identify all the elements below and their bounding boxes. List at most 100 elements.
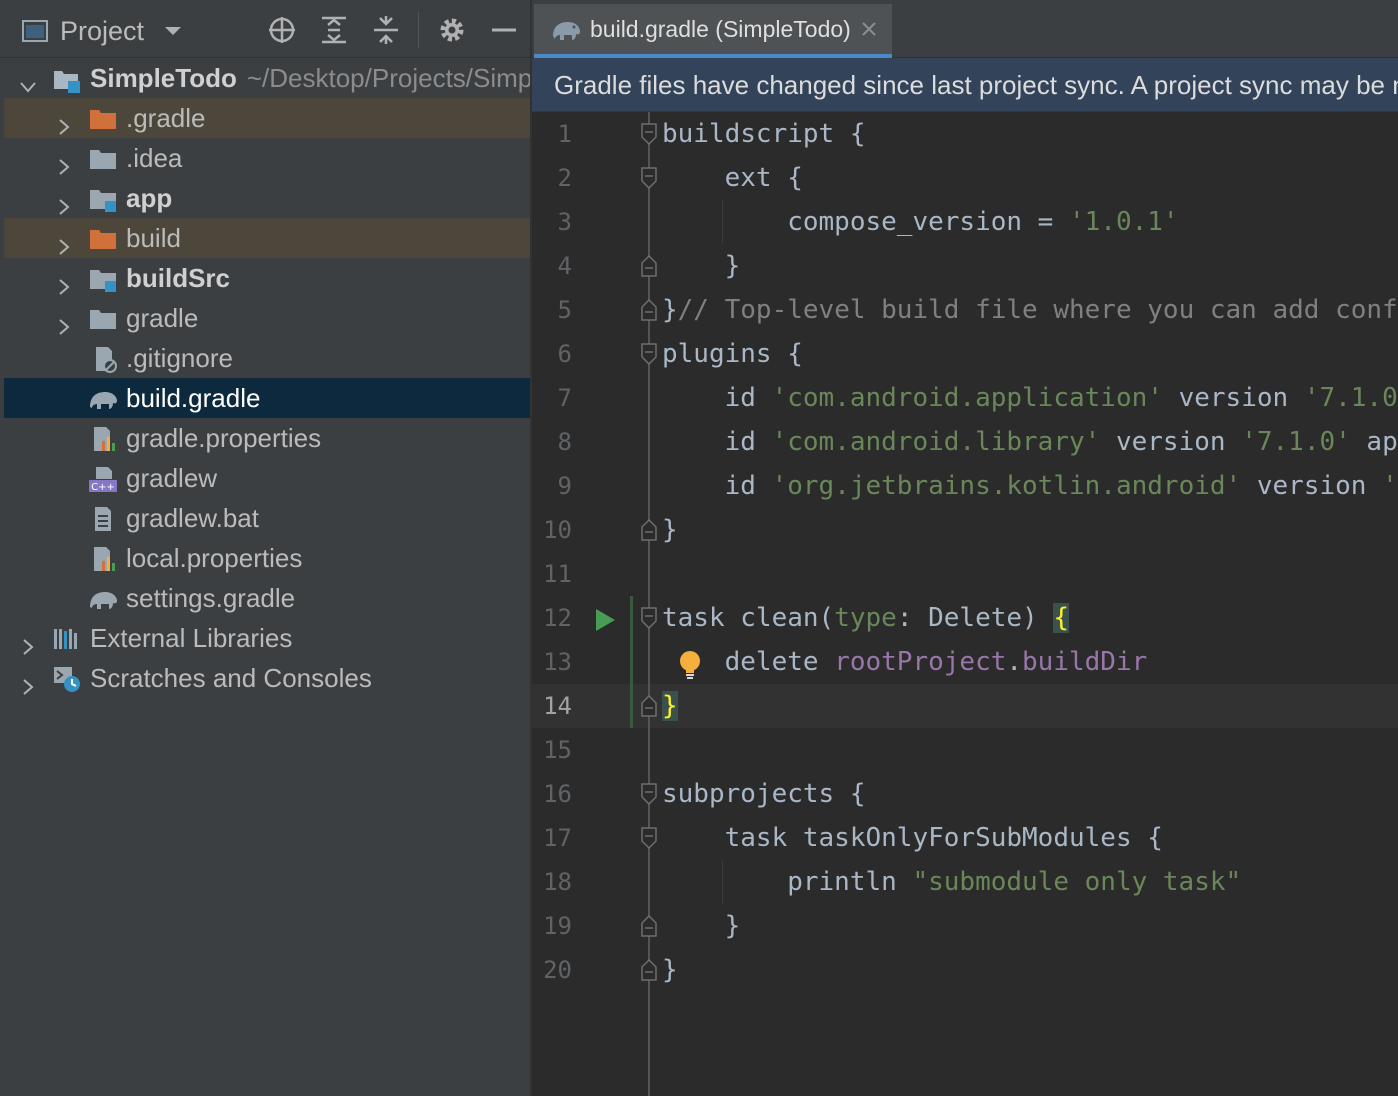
tree-item-idea[interactable]: .idea: [4, 138, 530, 178]
code-text: id 'org.jetbrains.kotlin.android' versio…: [662, 470, 1398, 502]
fold-open-icon[interactable]: [640, 607, 658, 630]
code-area[interactable]: 1 buildscript {2 ext {3 compose_version =…: [532, 112, 1398, 1096]
fold-close-icon[interactable]: [640, 254, 658, 277]
tree-item-label: SimpleTodo: [90, 63, 237, 93]
fold-open-icon[interactable]: [640, 827, 658, 850]
chevron-right-icon[interactable]: [54, 268, 74, 295]
line-number[interactable]: 7: [532, 382, 572, 414]
line-number[interactable]: 18: [532, 866, 572, 898]
fold-close-icon[interactable]: [640, 914, 658, 937]
project-panel: Project SimpleTodo ~/Desktop/Projects/Si…: [0, 0, 530, 1096]
fold-close-icon[interactable]: [640, 518, 658, 541]
code-line[interactable]: 2 ext {: [532, 156, 1398, 200]
line-number[interactable]: 2: [532, 162, 572, 194]
chevron-right-icon[interactable]: [54, 188, 74, 215]
tree-item-local-properties[interactable]: local.properties: [4, 538, 530, 578]
line-number[interactable]: 19: [532, 910, 572, 942]
fold-close-icon[interactable]: [640, 298, 658, 321]
code-line[interactable]: 10}: [532, 508, 1398, 552]
line-number[interactable]: 9: [532, 470, 572, 502]
tree-item-gradle[interactable]: .gradle: [4, 98, 530, 138]
code-line[interactable]: 18 println "submodule only task": [532, 860, 1398, 904]
code-token: plugins {: [662, 339, 803, 369]
line-number[interactable]: 6: [532, 338, 572, 370]
code-line[interactable]: 1 buildscript {: [532, 112, 1398, 156]
line-number[interactable]: 12: [532, 602, 572, 634]
chevron-right-icon[interactable]: [54, 108, 74, 135]
fold-open-icon[interactable]: [640, 123, 658, 146]
chevron-right-icon[interactable]: [54, 308, 74, 335]
gear-icon[interactable]: [436, 14, 468, 46]
code-line[interactable]: 13 delete rootProject.buildDir: [532, 640, 1398, 684]
line-number[interactable]: 13: [532, 646, 572, 678]
expand-all-icon[interactable]: [318, 14, 350, 46]
code-line[interactable]: 20}: [532, 948, 1398, 992]
project-view-title[interactable]: Project: [60, 14, 144, 48]
line-number[interactable]: 8: [532, 426, 572, 458]
tree-item-simpletodo[interactable]: SimpleTodo ~/Desktop/Projects/SimpleTodo: [4, 58, 530, 98]
tree-item-build[interactable]: build: [4, 218, 530, 258]
fold-open-icon[interactable]: [640, 783, 658, 806]
line-number[interactable]: 17: [532, 822, 572, 854]
code-token: '1.0.1': [1069, 207, 1179, 237]
tree-item-text: gradlew.bat: [126, 498, 259, 538]
code-line[interactable]: 5}// Top-level build file where you can …: [532, 288, 1398, 332]
tree-item-buildsrc[interactable]: buildSrc: [4, 258, 530, 298]
tree-item-gradlew[interactable]: C++ gradlew: [4, 458, 530, 498]
line-number[interactable]: 3: [532, 206, 572, 238]
line-number[interactable]: 5: [532, 294, 572, 326]
fold-close-icon[interactable]: [640, 958, 658, 981]
tree-item-scratches-and-consoles[interactable]: Scratches and Consoles: [4, 658, 530, 698]
tree-item-gitignore[interactable]: .gitignore: [4, 338, 530, 378]
line-number[interactable]: 15: [532, 734, 572, 766]
chevron-right-icon[interactable]: [54, 148, 74, 175]
code-token: 'com.android.library': [771, 427, 1101, 457]
code-token: version: [1162, 383, 1304, 413]
code-line[interactable]: 8 id 'com.android.library' version '7.1.…: [532, 420, 1398, 464]
code-line[interactable]: 19 }: [532, 904, 1398, 948]
chevron-down-icon[interactable]: [162, 22, 184, 40]
code-line[interactable]: 11: [532, 552, 1398, 596]
tree-item-gradle[interactable]: gradle: [4, 298, 530, 338]
fold-open-icon[interactable]: [640, 167, 658, 190]
line-number[interactable]: 4: [532, 250, 572, 282]
code-line[interactable]: 12 task clean(type: Delete) {: [532, 596, 1398, 640]
fold-open-icon[interactable]: [640, 343, 658, 366]
tree-item-build-gradle[interactable]: build.gradle: [4, 378, 530, 418]
code-text: task taskOnlyForSubModules {: [662, 822, 1163, 854]
line-number[interactable]: 1: [532, 118, 572, 150]
tree-item-settings-gradle[interactable]: settings.gradle: [4, 578, 530, 618]
tree-item-gradlew-bat[interactable]: gradlew.bat: [4, 498, 530, 538]
minimize-icon[interactable]: [488, 14, 520, 46]
tree-item-app[interactable]: app: [4, 178, 530, 218]
collapse-all-icon[interactable]: [370, 14, 402, 46]
line-number[interactable]: 14: [532, 690, 572, 722]
code-line[interactable]: 14}: [532, 684, 1398, 728]
tree-item-label: Scratches and Consoles: [90, 663, 372, 693]
code-line[interactable]: 17 task taskOnlyForSubModules {: [532, 816, 1398, 860]
locate-icon[interactable]: [266, 14, 298, 46]
tree-item-external-libraries[interactable]: External Libraries: [4, 618, 530, 658]
line-number[interactable]: 10: [532, 514, 572, 546]
gradle-file-icon: [88, 384, 118, 412]
tree-item-gradle-properties[interactable]: gradle.properties: [4, 418, 530, 458]
tab-build-gradle[interactable]: build.gradle (SimpleTodo): [534, 4, 892, 58]
fold-close-icon[interactable]: [640, 694, 658, 717]
code-line[interactable]: 4 }: [532, 244, 1398, 288]
line-number[interactable]: 11: [532, 558, 572, 590]
line-number[interactable]: 16: [532, 778, 572, 810]
code-line[interactable]: 16 subprojects {: [532, 772, 1398, 816]
chevron-down-icon[interactable]: [18, 68, 38, 93]
close-icon[interactable]: [860, 20, 878, 38]
line-number[interactable]: 20: [532, 954, 572, 986]
chevron-right-icon[interactable]: [18, 628, 38, 655]
code-line[interactable]: 6 plugins {: [532, 332, 1398, 376]
code-line[interactable]: 9 id 'org.jetbrains.kotlin.android' vers…: [532, 464, 1398, 508]
code-line[interactable]: 15: [532, 728, 1398, 772]
code-text: }: [662, 954, 678, 986]
chevron-right-icon[interactable]: [54, 228, 74, 255]
tree-item-label: local.properties: [126, 543, 303, 573]
code-line[interactable]: 7 id 'com.android.application' version '…: [532, 376, 1398, 420]
code-line[interactable]: 3 compose_version = '1.0.1': [532, 200, 1398, 244]
chevron-right-icon[interactable]: [18, 668, 38, 695]
